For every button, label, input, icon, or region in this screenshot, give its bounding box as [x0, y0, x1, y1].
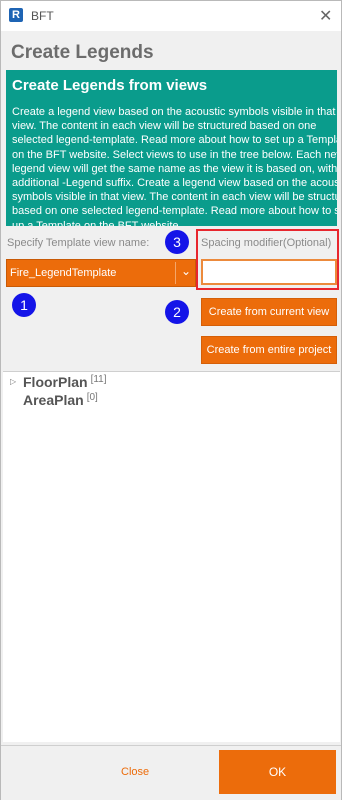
chevron-down-icon[interactable]: ⌄	[181, 264, 191, 278]
create-from-current-view-button[interactable]: Create from current view	[201, 298, 337, 326]
template-label: Specify Template view name:	[7, 237, 150, 249]
title-bar: R BFT ✕	[1, 1, 341, 31]
tree-item-name: AreaPlan	[23, 392, 84, 408]
create-from-entire-project-button[interactable]: Create from entire project	[201, 336, 337, 364]
tree-item-count: [11]	[90, 374, 107, 385]
tree-item-name: FloorPlan	[23, 374, 88, 390]
step-badge-1: 1	[12, 293, 36, 317]
tree-item-count: [0]	[86, 392, 98, 403]
expand-arrow-icon[interactable]: ▷	[10, 377, 16, 386]
window-title: BFT	[31, 9, 54, 23]
close-button[interactable]: Close	[121, 766, 149, 778]
dropdown-divider	[175, 262, 176, 284]
info-panel: Create Legends from views Create a legen…	[6, 70, 337, 226]
close-icon[interactable]: ✕	[319, 6, 332, 26]
page-title: Create Legends	[11, 42, 154, 63]
tree-item-label: AreaPlan [0]	[23, 392, 98, 408]
spacing-input[interactable]	[201, 259, 337, 285]
views-tree[interactable]: ▷ FloorPlan [11] AreaPlan [0]	[3, 371, 340, 742]
info-body: Create a legend view based on the acoust…	[12, 106, 337, 226]
step-badge-2: 2	[165, 300, 189, 324]
template-dropdown[interactable]: Fire_LegendTemplate ⌄	[6, 259, 196, 287]
revit-app-icon: R	[9, 8, 23, 22]
footer: Close OK	[1, 745, 341, 800]
dialog-window: R BFT ✕ Create Legends Create Legends fr…	[0, 0, 342, 800]
tree-item-label: FloorPlan [11]	[23, 374, 107, 390]
ok-button[interactable]: OK	[219, 750, 336, 794]
template-dropdown-value: Fire_LegendTemplate	[10, 267, 117, 279]
info-title: Create Legends from views	[12, 77, 208, 94]
step-badge-3: 3	[165, 230, 189, 254]
